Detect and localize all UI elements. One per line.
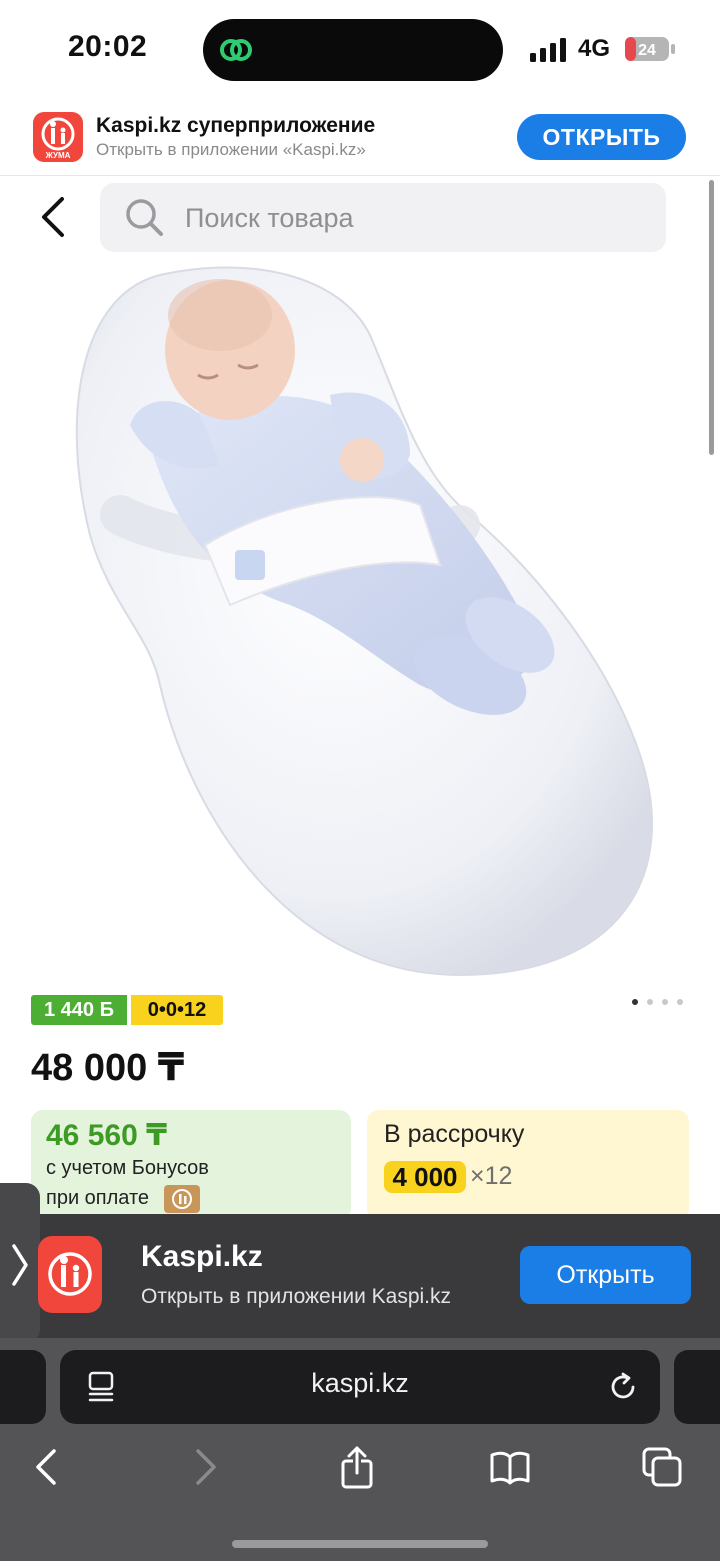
bonus-note-line2: при оплате xyxy=(46,1187,150,1209)
installment-label: В рассрочку xyxy=(384,1120,525,1148)
app-banner-subtitle: Открыть в приложении Kaspi.kz xyxy=(141,1285,451,1308)
kaspi-app-logo: ЖУМА xyxy=(33,112,83,162)
network-type: 4G xyxy=(578,35,611,62)
pager-dot xyxy=(662,999,668,1005)
family-icon xyxy=(48,1252,92,1296)
product-price: 48 000 ₸ xyxy=(31,1047,185,1089)
installment-plan-badge: 0•0•12 xyxy=(131,995,223,1025)
bookmarks-icon[interactable] xyxy=(488,1445,532,1489)
bonus-note-line1: с учетом Бонусов xyxy=(46,1157,209,1179)
pager-dot-active xyxy=(632,999,638,1005)
browser-forward-icon[interactable] xyxy=(182,1445,226,1489)
pager-dot xyxy=(647,999,653,1005)
signal-icon xyxy=(530,38,566,62)
banner-logo-text: ЖУМА xyxy=(45,151,71,160)
browser-back-icon[interactable] xyxy=(26,1445,70,1489)
app-open-button[interactable]: Открыть xyxy=(520,1246,691,1304)
installment-months: ×12 xyxy=(470,1162,513,1190)
kaspi-logo xyxy=(38,1236,102,1313)
reload-icon[interactable] xyxy=(606,1370,640,1404)
family-icon: ЖУМА xyxy=(41,117,75,160)
installment-amount: 4 000 xyxy=(384,1161,466,1193)
home-indicator xyxy=(232,1540,488,1548)
page-scrollbar[interactable] xyxy=(709,180,714,455)
battery-icon: 24 xyxy=(625,37,675,61)
previous-tab-preview[interactable] xyxy=(0,1350,46,1424)
search-placeholder: Поиск товара xyxy=(185,203,354,233)
product-image[interactable] xyxy=(40,255,680,985)
app-banner-title: Kaspi.kz xyxy=(141,1240,263,1273)
banner-subtitle: Открыть в приложении «Kaspi.kz» xyxy=(96,140,366,159)
kaspi-pay-icon xyxy=(164,1185,200,1213)
back-arrow-icon[interactable] xyxy=(34,192,74,242)
bonus-badge: 1 440 Б xyxy=(31,995,127,1025)
pager-dot xyxy=(677,999,683,1005)
share-icon[interactable] xyxy=(335,1445,379,1489)
next-tab-preview[interactable] xyxy=(674,1350,720,1424)
banner-title: Kaspi.kz суперприложение xyxy=(96,114,376,137)
image-pager[interactable] xyxy=(632,999,684,1007)
status-time: 20:02 xyxy=(68,30,148,63)
battery-level: 24 xyxy=(638,42,656,59)
search-icon xyxy=(126,199,163,236)
address-url: kaspi.kz xyxy=(311,1368,409,1398)
tabs-icon[interactable] xyxy=(640,1445,684,1489)
bonus-price: 46 560 ₸ xyxy=(46,1119,167,1152)
banner-open-button[interactable]: ОТКРЫТЬ xyxy=(517,114,686,160)
link-icon xyxy=(220,39,252,61)
chevron-right-icon[interactable] xyxy=(10,1240,30,1290)
